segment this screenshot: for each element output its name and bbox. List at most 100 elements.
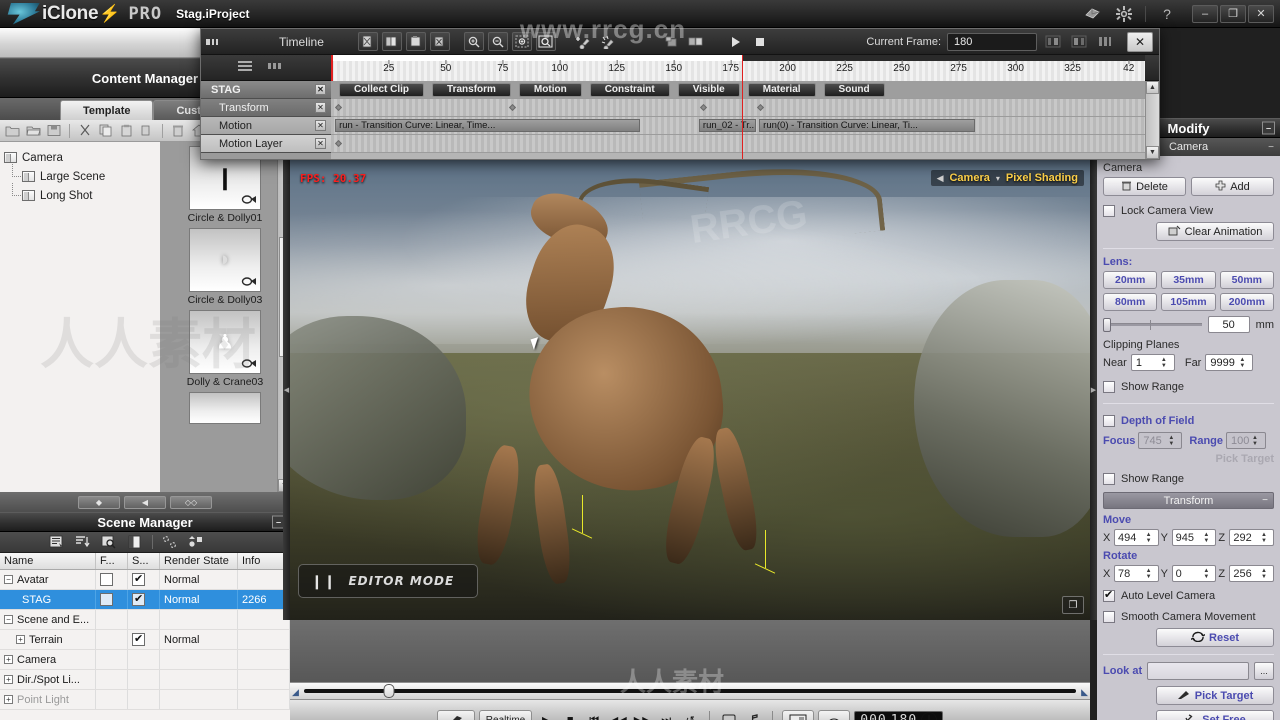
key-all-icon[interactable]	[1095, 32, 1115, 51]
show-checkbox[interactable]	[132, 572, 145, 586]
cell-name[interactable]: − Avatar	[0, 570, 96, 589]
text-bubble-icon[interactable]	[719, 710, 739, 720]
far-input[interactable]: 9999 ▲ ▼	[1205, 354, 1254, 371]
grip-icon[interactable]	[201, 29, 227, 55]
tree-item-large-scene[interactable]: Large Scene	[4, 164, 160, 186]
viewport-shading-label[interactable]: Pixel Shading	[1006, 172, 1078, 184]
prev-frame-icon[interactable]: ◀◀	[608, 710, 628, 720]
near-stepper-icon[interactable]: ▲ ▼	[1161, 357, 1170, 369]
timeline-scrubber[interactable]: ◢ ◣	[290, 682, 1090, 700]
expander-icon[interactable]: +	[4, 675, 13, 684]
key-prev-icon[interactable]	[1043, 32, 1063, 51]
fit-icon[interactable]	[511, 32, 532, 51]
close-icon[interactable]: ✕	[1248, 4, 1274, 23]
keyframe-marker[interactable]	[700, 103, 708, 112]
freeze-checkbox[interactable]	[100, 573, 113, 586]
audio-icon[interactable]	[743, 710, 763, 720]
track-lane-motion-layer[interactable]	[331, 135, 1145, 153]
list-item[interactable]: ♟ Dolly & Crane03	[173, 310, 277, 388]
show-checkbox[interactable]	[132, 592, 145, 606]
minimize-icon[interactable]: –	[1192, 4, 1218, 23]
collapse-icon[interactable]: −	[1262, 495, 1268, 506]
reset-button[interactable]: Reset	[1156, 628, 1274, 647]
clip-button-visible[interactable]: Visible	[677, 82, 740, 97]
last-frame-icon[interactable]: ⏭	[656, 710, 676, 720]
focus-stepper-icon[interactable]: ▲ ▼	[1168, 435, 1177, 447]
scrubber-handle[interactable]	[383, 684, 395, 698]
lens-preset-80mm[interactable]: 80mm	[1103, 293, 1158, 311]
stop-icon[interactable]: ■	[560, 710, 580, 720]
freeze-checkbox[interactable]	[100, 593, 113, 606]
help-icon[interactable]: ?	[1156, 4, 1178, 24]
tree-item-camera[interactable]: Camera	[4, 148, 160, 167]
move-y-stepper-icon[interactable]: ▲ ▼	[1203, 532, 1212, 544]
keyframe-marker[interactable]	[334, 139, 342, 148]
cut-icon[interactable]	[76, 123, 94, 139]
scrub-range-start-icon[interactable]: ◢	[292, 687, 299, 698]
lens-slider[interactable]	[1103, 318, 1202, 332]
tab-template[interactable]: Template	[60, 100, 154, 120]
scroll-up-icon[interactable]: ▲	[1146, 81, 1159, 94]
clip-button-sound[interactable]: Sound	[823, 82, 885, 97]
close-icon[interactable]: ✕	[1127, 31, 1153, 52]
realtime-button[interactable]: Realtime	[478, 710, 533, 720]
range-stepper-icon[interactable]: ▲ ▼	[1252, 435, 1261, 447]
lens-preset-105mm[interactable]: 105mm	[1161, 293, 1216, 311]
keyframe-marker[interactable]	[334, 103, 342, 112]
viewport-camera-label[interactable]: Camera	[949, 172, 989, 184]
zoom-region-icon[interactable]	[535, 32, 556, 51]
gear-icon[interactable]	[1113, 4, 1135, 24]
show-range-1-row[interactable]: Show Range	[1103, 377, 1274, 396]
remove-track-icon[interactable]	[598, 32, 618, 51]
cell-freeze[interactable]	[96, 590, 128, 609]
close-icon[interactable]: ✕	[315, 84, 326, 95]
pick-target-button[interactable]: Pick Target	[1156, 686, 1274, 705]
track-name-motion[interactable]: Motion ✕	[201, 117, 331, 135]
viewport-expand-icon[interactable]: ❐	[1062, 596, 1084, 614]
range-start-marker[interactable]	[331, 54, 333, 81]
add-button[interactable]: Add	[1191, 177, 1274, 196]
scroll-down-icon[interactable]: ▼	[1146, 146, 1159, 159]
track-lane-transform[interactable]	[331, 99, 1145, 117]
motion-clip[interactable]: run(0) - Transition Curve: Linear, Ti...	[759, 119, 975, 132]
cell-show[interactable]	[128, 630, 160, 649]
lens-preset-35mm[interactable]: 35mm	[1161, 271, 1216, 289]
clip-button-transform[interactable]: Transform	[432, 82, 511, 97]
viewport-camera-selector[interactable]: ◀ Camera ▾ Pixel Shading	[930, 170, 1084, 186]
keyframe-marker[interactable]	[509, 103, 517, 112]
expander-icon[interactable]: +	[4, 695, 13, 704]
depth-of-field-checkbox[interactable]	[1103, 414, 1115, 427]
next-frame-icon[interactable]: ▶▶	[632, 710, 652, 720]
group-icon[interactable]	[686, 32, 706, 51]
save-icon[interactable]	[45, 123, 63, 139]
chevron-down-icon[interactable]: ▾	[996, 174, 1000, 183]
screenshot-icon[interactable]	[782, 710, 815, 720]
lens-value-input[interactable]: 50	[1207, 316, 1250, 333]
thumbnail-preview[interactable]	[189, 392, 261, 424]
cell-name[interactable]: STAG	[0, 590, 96, 609]
viewport-left-gutter[interactable]: ◀	[283, 160, 290, 620]
look-at-browse-button[interactable]: ...	[1254, 662, 1274, 680]
chevron-left-icon[interactable]: ◀	[937, 173, 944, 184]
move-z-stepper-icon[interactable]: ▲ ▼	[1261, 532, 1270, 544]
lens-slider-knob[interactable]	[1103, 318, 1111, 332]
record-icon[interactable]	[436, 710, 475, 720]
cell-show[interactable]	[128, 590, 160, 609]
look-at-input[interactable]	[1147, 662, 1249, 680]
loop-icon[interactable]: ↺	[680, 710, 700, 720]
duplicate-icon[interactable]	[138, 123, 156, 139]
track-lane-motion[interactable]: run - Transition Curve: Linear, Time... …	[331, 117, 1145, 135]
show-range-2-checkbox[interactable]	[1103, 472, 1115, 485]
find-icon[interactable]	[100, 534, 118, 550]
clip-button-collect-clip[interactable]: Collect Clip	[339, 82, 425, 97]
depth-of-field-row[interactable]: Depth of Field	[1103, 411, 1274, 430]
transform-section-header[interactable]: Transform −	[1103, 492, 1274, 509]
cell-name[interactable]: + Dir./Spot Li...	[0, 670, 96, 689]
clip-button-material[interactable]: Material	[747, 82, 816, 97]
cell-name[interactable]: + Point Light	[0, 690, 96, 709]
close-icon[interactable]: ✕	[315, 120, 326, 131]
table-row[interactable]: + Dir./Spot Li...	[0, 670, 290, 690]
auto-level-camera-row[interactable]: Auto Level Camera	[1103, 586, 1274, 605]
move-z-input[interactable]: 292 ▲ ▼	[1229, 529, 1275, 546]
timecode-display[interactable]: 000 180	[854, 710, 944, 720]
